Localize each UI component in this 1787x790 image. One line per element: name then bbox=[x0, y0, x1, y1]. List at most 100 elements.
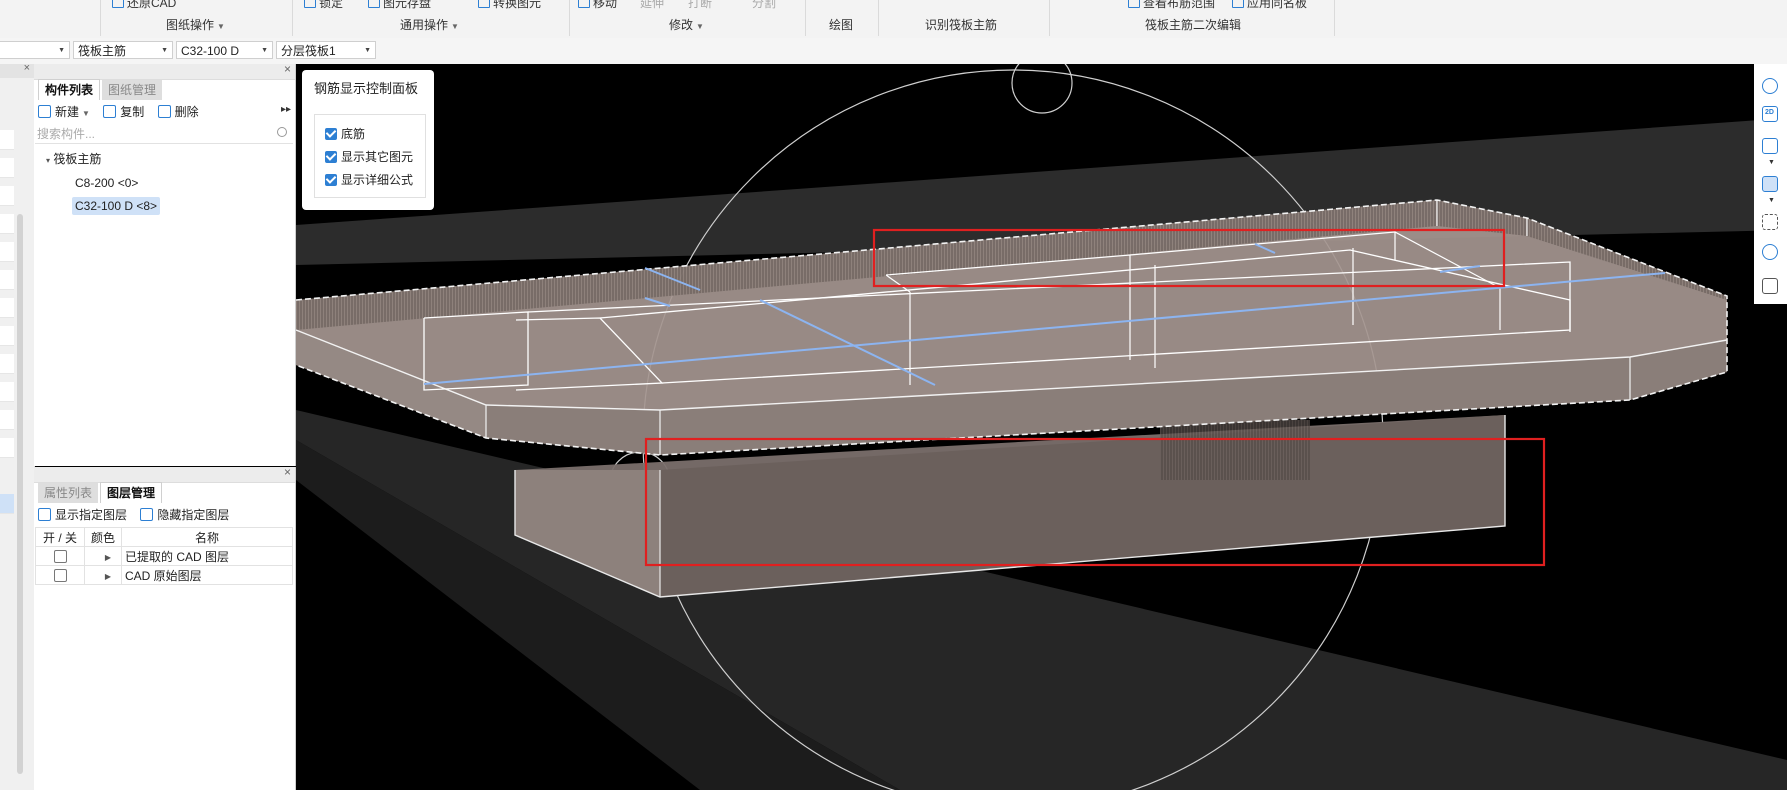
nav-item-selected[interactable] bbox=[0, 494, 14, 514]
apply-same-name-button[interactable]: 应用同名板 bbox=[1232, 0, 1307, 11]
group-general-ops[interactable]: 通用操作 ▼ bbox=[400, 16, 459, 33]
3d-solid-icon[interactable] bbox=[1762, 176, 1778, 192]
nav-item[interactable] bbox=[0, 158, 14, 178]
checkbox-checked-icon[interactable] bbox=[325, 151, 337, 163]
split-button[interactable]: 分割 bbox=[752, 0, 776, 11]
color-cell: ▶ bbox=[84, 565, 122, 585]
chevron-down-icon: ▼ bbox=[161, 47, 168, 54]
fullscreen-icon[interactable] bbox=[1762, 214, 1778, 230]
ribbon: 还原CAD 锁定 图元存盘 转换图元 移动 延伸 打断 分割 查看布筋范围 应用… bbox=[0, 0, 1787, 39]
search-icon[interactable] bbox=[277, 127, 287, 137]
ribbon-separator bbox=[100, 0, 101, 36]
element-type-select[interactable]: 筏板主筋 ▼ bbox=[73, 41, 173, 59]
nav-item[interactable] bbox=[0, 354, 14, 374]
lock-button[interactable]: 锁定 bbox=[304, 0, 343, 11]
search-input[interactable] bbox=[35, 125, 264, 143]
new-button[interactable]: 新建 ▼ bbox=[38, 102, 90, 124]
chevron-down-icon[interactable]: ▼ bbox=[1768, 159, 1775, 166]
expand-toolbar-icon[interactable]: ▸▸ bbox=[281, 104, 291, 115]
tab-component-list[interactable]: 构件列表 bbox=[38, 79, 101, 100]
expand-triangle-icon[interactable]: ▾ bbox=[46, 156, 50, 165]
convert-element-button[interactable]: 转换图元 bbox=[478, 0, 541, 11]
move-icon bbox=[578, 0, 590, 8]
table-row[interactable]: ▶ 已提取的 CAD 图层 bbox=[35, 546, 293, 566]
close-icon[interactable]: × bbox=[24, 62, 30, 74]
group-drawing-ops[interactable]: 图纸操作 ▼ bbox=[166, 16, 225, 33]
save-element-button[interactable]: 图元存盘 bbox=[368, 0, 431, 11]
3d-box-icon[interactable] bbox=[1762, 138, 1778, 154]
trash-icon bbox=[157, 105, 171, 118]
panel-header: × bbox=[34, 465, 295, 483]
group-draw: 绘图 bbox=[829, 18, 854, 32]
strip-header: × bbox=[0, 62, 34, 78]
restore-cad-button[interactable]: 还原CAD bbox=[112, 0, 176, 11]
nav-item[interactable] bbox=[0, 270, 14, 290]
delete-button[interactable]: 删除 bbox=[157, 102, 199, 122]
color-cell: ▶ bbox=[84, 546, 122, 566]
chevron-down-icon: ▼ bbox=[261, 47, 268, 54]
tree-root[interactable]: ▾ 筏板主筋 bbox=[46, 150, 101, 167]
tree-item-selected[interactable]: C32-100 D <8> bbox=[72, 197, 161, 215]
expand-triangle-icon[interactable]: ▶ bbox=[105, 553, 111, 562]
layer-actions: 显示指定图层 隐藏指定图层 bbox=[38, 505, 239, 525]
break-button[interactable]: 打断 bbox=[688, 0, 712, 11]
expand-triangle-icon[interactable]: ▶ bbox=[105, 572, 111, 581]
checkbox-checked-icon[interactable] bbox=[325, 174, 337, 186]
tab-drawing-management[interactable]: 图纸管理 bbox=[102, 80, 163, 100]
table-header: 开 / 关 颜色 名称 bbox=[35, 527, 293, 547]
tab-layer-management[interactable]: 图层管理 bbox=[100, 482, 163, 503]
table-row[interactable]: ▶ CAD 原始图层 bbox=[35, 565, 293, 585]
layer-slab-select[interactable]: 分层筏板1 ▼ bbox=[276, 41, 376, 59]
layers-show-icon bbox=[38, 508, 51, 521]
show-layer-button[interactable]: 显示指定图层 bbox=[38, 505, 127, 525]
nav-item[interactable] bbox=[0, 326, 14, 346]
nav-item[interactable] bbox=[0, 298, 14, 318]
layer-checkbox[interactable] bbox=[53, 569, 67, 583]
chevron-down-icon: ▼ bbox=[696, 22, 704, 31]
close-icon[interactable]: × bbox=[284, 62, 291, 76]
list-settings-icon[interactable] bbox=[1762, 278, 1778, 294]
extend-button[interactable]: 延伸 bbox=[640, 0, 664, 11]
rebar-display-panel: 钢筋显示控制面板 底筋 显示其它图元 显示详细公式 bbox=[302, 70, 434, 210]
nav-item[interactable] bbox=[0, 214, 14, 234]
2d-view-icon[interactable]: 2D bbox=[1762, 106, 1778, 122]
chevron-down-icon[interactable]: ▼ bbox=[1768, 197, 1775, 204]
close-icon[interactable]: × bbox=[284, 465, 291, 479]
group-rebar-edit: 筏板主筋二次编辑 bbox=[1145, 18, 1242, 32]
panel-title: 钢筋显示控制面板 bbox=[314, 81, 419, 96]
hide-layer-button[interactable]: 隐藏指定图层 bbox=[140, 505, 229, 525]
view-rebar-range-button[interactable]: 查看布筋范围 bbox=[1128, 0, 1215, 11]
move-button[interactable]: 移动 bbox=[578, 0, 617, 11]
tree-item[interactable]: C8-200 <0> bbox=[72, 174, 141, 192]
scrollbar[interactable] bbox=[17, 214, 23, 774]
3d-viewport[interactable] bbox=[296, 64, 1787, 790]
view-toolbar: 2D ▼ ▼ bbox=[1754, 64, 1787, 304]
chevron-down-icon: ▼ bbox=[451, 22, 459, 31]
checkbox-checked-icon[interactable] bbox=[325, 128, 337, 140]
layer-checkbox[interactable] bbox=[53, 550, 67, 564]
show-other-elements-checkbox[interactable]: 显示其它图元 bbox=[325, 148, 413, 165]
copy-icon bbox=[103, 105, 117, 118]
copy-button[interactable]: 复制 bbox=[103, 102, 144, 122]
nav-item[interactable] bbox=[0, 382, 14, 402]
ribbon-separator bbox=[569, 0, 570, 36]
column-header: 颜色 bbox=[84, 527, 122, 547]
group-modify[interactable]: 修改 ▼ bbox=[669, 16, 704, 33]
nav-item[interactable] bbox=[0, 438, 14, 458]
show-detail-formula-checkbox[interactable]: 显示详细公式 bbox=[325, 171, 413, 188]
slab-model-canvas[interactable] bbox=[296, 64, 1787, 790]
nav-item[interactable] bbox=[0, 242, 14, 262]
layer-panel: × 属性列表 图层管理 显示指定图层 隐藏指定图层 开 / 关 颜色 名称 ▶ 已… bbox=[34, 465, 296, 790]
nav-item[interactable] bbox=[0, 130, 14, 150]
column-header: 开 / 关 bbox=[35, 527, 85, 547]
nav-item[interactable] bbox=[0, 410, 14, 430]
view-range-icon bbox=[1128, 0, 1140, 8]
orbit-icon[interactable] bbox=[1762, 78, 1778, 94]
nav-item[interactable] bbox=[0, 186, 14, 206]
floor-select[interactable]: ▼ bbox=[0, 41, 70, 59]
bottom-rebar-checkbox[interactable]: 底筋 bbox=[325, 125, 365, 142]
view-settings-icon[interactable] bbox=[1762, 244, 1778, 260]
tab-property-list[interactable]: 属性列表 bbox=[38, 483, 99, 503]
component-select[interactable]: C32-100 D ▼ bbox=[176, 41, 273, 59]
layer-name: CAD 原始图层 bbox=[121, 565, 293, 585]
